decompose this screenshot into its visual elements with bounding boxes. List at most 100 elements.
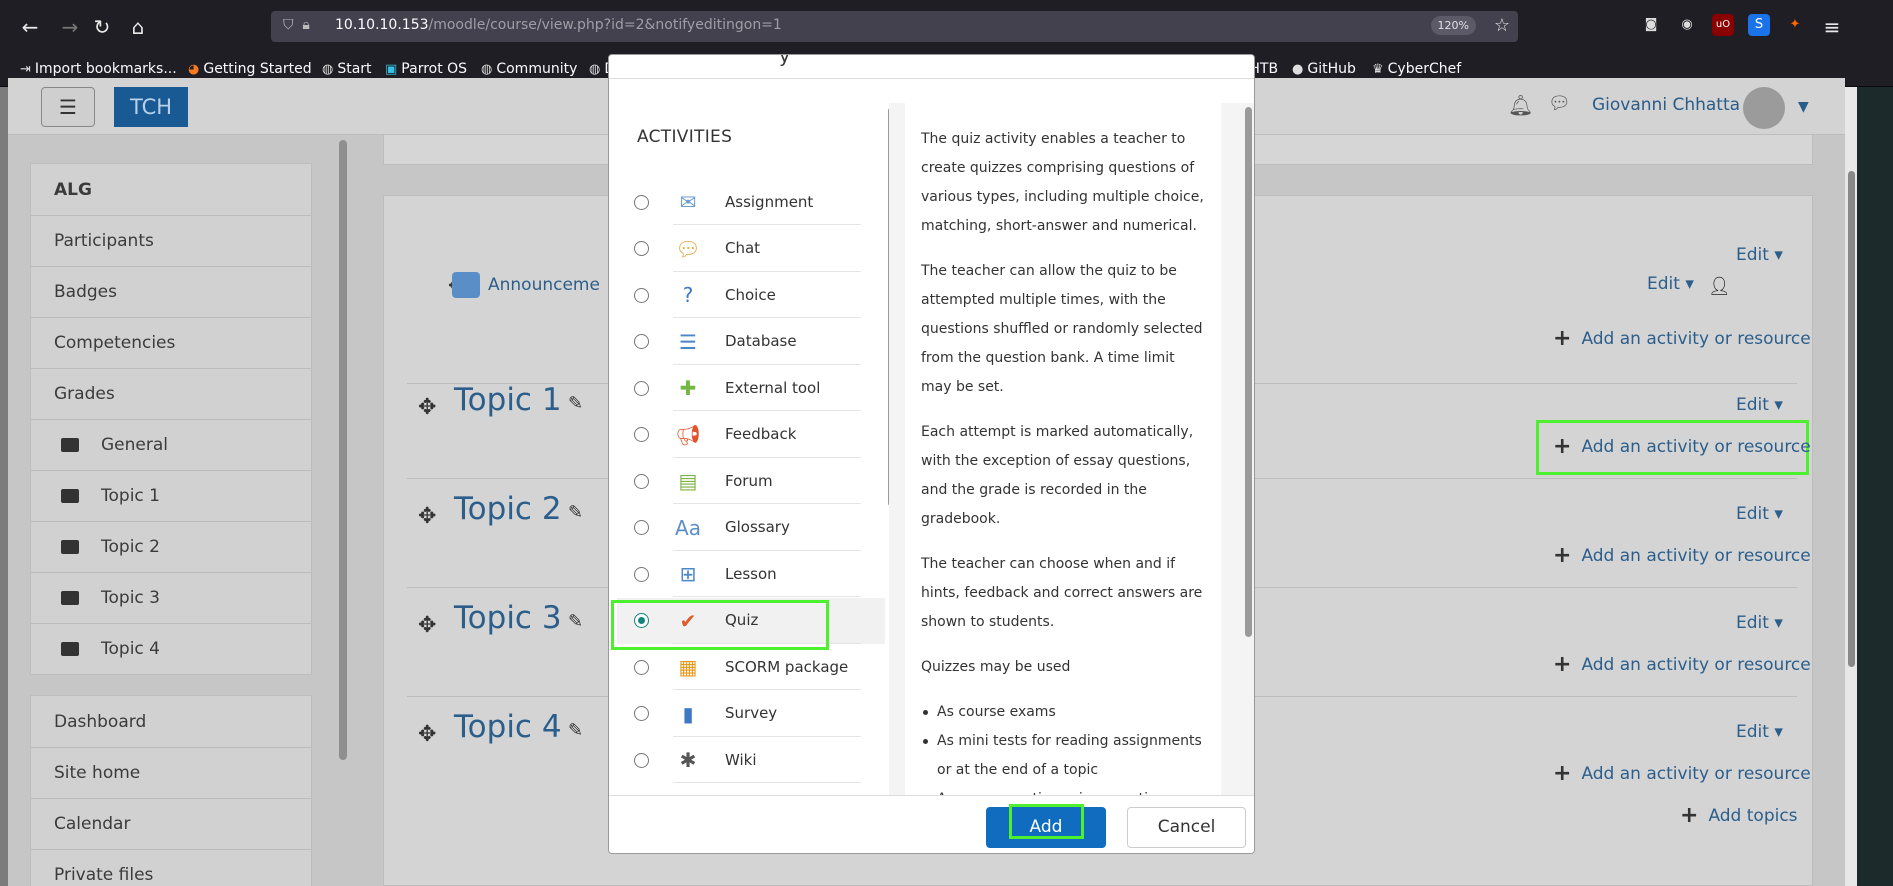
url-text[interactable]: 10.10.10.153/moodle/course/view.php?id=2… [335, 17, 782, 33]
back-icon[interactable]: ← [18, 15, 42, 39]
drawer-section-topic-2[interactable]: Topic 2 [31, 521, 311, 572]
move-icon[interactable]: ✥ [418, 722, 436, 747]
drawer-item-competencies[interactable]: Competencies [31, 317, 311, 368]
activity-option-lesson[interactable]: ⊞ Lesson [617, 551, 885, 597]
menu-icon[interactable]: ≡ [1820, 15, 1844, 39]
topic-2-title[interactable]: Topic 2 [454, 491, 562, 527]
activity-option-scorm-package[interactable]: ▦ SCORM package [617, 644, 885, 690]
drawer-scrollbar[interactable] [339, 140, 347, 760]
bookmark-item[interactable]: ⇥ Import bookmarks... [20, 61, 177, 77]
radio-button[interactable] [634, 566, 649, 582]
edit-pencil-icon[interactable]: ✎ [568, 720, 583, 741]
extension-icon[interactable]: ◉ [1676, 14, 1698, 36]
drawer-item-grades[interactable]: Grades [31, 368, 311, 419]
drawer-item-dashboard[interactable]: Dashboard [31, 696, 311, 747]
drawer-item-site-home[interactable]: Site home [31, 747, 311, 798]
move-icon[interactable]: ✥ [418, 395, 436, 420]
edit-menu-topic-1[interactable]: Edit ▾ [1736, 395, 1783, 415]
message-icon[interactable]: 💬︎ [1548, 93, 1571, 114]
avatar[interactable] [1743, 87, 1785, 129]
radio-button[interactable] [634, 380, 649, 396]
activity-option-feedback[interactable]: 📢︎ Feedback [617, 412, 885, 458]
user-role-icon[interactable]: 👤︎ [1708, 276, 1731, 297]
drawer-item-calendar[interactable]: Calendar [31, 798, 311, 849]
move-icon[interactable]: ✥ [418, 613, 436, 638]
activity-option-wiki[interactable]: ✱ Wiki [617, 737, 885, 783]
activity-option-external-tool[interactable]: ✚ External tool [617, 365, 885, 411]
drawer-item-private-files[interactable]: Private files [31, 849, 311, 886]
add-activity-topic-2[interactable]: + Add an activity or resource [1553, 543, 1811, 568]
edit-menu-general[interactable]: Edit ▾ [1736, 245, 1783, 265]
url-bar[interactable]: ⛉ 🔒︎ 10.10.10.153/moodle/course/view.php… [271, 11, 1518, 42]
activity-option-glossary[interactable]: Aa Glossary [617, 505, 885, 551]
drawer-section-topic-3[interactable]: Topic 3 [31, 572, 311, 623]
activity-option-chat[interactable]: 💬︎ Chat [617, 226, 885, 272]
move-icon[interactable]: ✥ [418, 504, 436, 529]
radio-button[interactable] [634, 334, 649, 349]
drawer-section-topic-4[interactable]: Topic 4 [31, 623, 311, 674]
edit-pencil-icon[interactable]: ✎ [568, 611, 583, 632]
add-activity-topic-1[interactable]: + Add an activity or resource [1553, 434, 1811, 459]
foxyproxy-icon[interactable]: ✦ [1784, 14, 1806, 36]
desc-list-item: As exam practice using questions from [935, 785, 1205, 795]
drawer-section-topic-1[interactable]: Topic 1 [31, 470, 311, 521]
edit-menu-topic-3[interactable]: Edit ▾ [1736, 613, 1783, 633]
add-activity-topic-3[interactable]: + Add an activity or resource [1553, 652, 1811, 677]
ublock-icon[interactable]: uO [1712, 14, 1734, 36]
pocket-icon[interactable]: ◙ [1640, 14, 1662, 36]
activity-option-forum[interactable]: ▤ Forum [617, 458, 885, 504]
radio-button[interactable] [634, 241, 649, 256]
radio-button[interactable] [634, 427, 649, 442]
edit-menu-announcements[interactable]: Edit ▾ [1647, 274, 1694, 294]
home-icon[interactable]: ⌂ [126, 15, 150, 39]
activity-option-assignment[interactable]: ✉ Assignment [617, 179, 885, 225]
site-brand[interactable]: TCH [114, 87, 188, 127]
bookmark-item[interactable]: ◍ Start [322, 61, 372, 77]
chevron-down-icon[interactable]: ▼ [1798, 99, 1809, 115]
radio-button[interactable] [634, 752, 649, 768]
announcements-link[interactable]: Announceme [452, 272, 600, 298]
desc-paragraph: Quizzes may be used [921, 659, 1071, 675]
bookmark-item[interactable]: ♛ CyberChef [1372, 61, 1461, 77]
edit-menu-topic-4[interactable]: Edit ▾ [1736, 722, 1783, 742]
radio-button[interactable] [634, 194, 649, 210]
edit-label: Edit [1736, 722, 1769, 742]
add-topics-link[interactable]: + Add topics [1680, 803, 1798, 828]
bell-icon[interactable]: 🔔︎ [1508, 93, 1533, 117]
radio-button[interactable] [634, 473, 649, 489]
drawer-item-participants[interactable]: Participants [31, 215, 311, 266]
bookmark-item[interactable]: ◕ Getting Started [188, 61, 312, 77]
topic-3-title[interactable]: Topic 3 [454, 600, 562, 636]
user-name[interactable]: Giovanni Chhatta [1592, 95, 1740, 115]
bookmark-star-icon[interactable]: ☆ [1494, 15, 1510, 36]
page-scrollbar-thumb[interactable] [1848, 171, 1855, 667]
topic-1-title[interactable]: Topic 1 [454, 382, 562, 418]
bookmark-item[interactable]: ▣ Parrot OS [385, 61, 467, 77]
edit-pencil-icon[interactable]: ✎ [568, 393, 583, 414]
site-security-icon[interactable]: ⛉ 🔒︎ [283, 17, 310, 33]
edit-pencil-icon[interactable]: ✎ [568, 502, 583, 523]
radio-button[interactable] [634, 706, 649, 721]
edit-menu-topic-2[interactable]: Edit ▾ [1736, 504, 1783, 524]
drawer-section-general[interactable]: General [31, 419, 311, 470]
radio-button[interactable] [634, 287, 649, 303]
radio-button[interactable] [634, 659, 649, 675]
topic-4-title[interactable]: Topic 4 [454, 709, 562, 745]
cancel-button[interactable]: Cancel [1127, 807, 1246, 848]
zoom-level[interactable]: 120% [1430, 16, 1476, 35]
activity-option-database[interactable]: ☰ Database [617, 319, 885, 365]
activity-option-choice[interactable]: ? Choice [617, 272, 885, 318]
reload-icon[interactable]: ↻ [90, 15, 114, 39]
bookmark-item[interactable]: ◍ Community [481, 61, 577, 77]
drawer-toggle-button[interactable]: ☰ [41, 87, 95, 127]
bookmark-item[interactable]: ● GitHub [1292, 61, 1356, 77]
drawer-course[interactable]: ALG [31, 164, 311, 215]
add-activity-topic-4[interactable]: + Add an activity or resource [1553, 761, 1811, 786]
sso-extension-icon[interactable]: S [1748, 14, 1770, 36]
description-scrollbar[interactable] [1245, 107, 1252, 637]
radio-button[interactable] [634, 520, 649, 535]
add-activity-general[interactable]: + Add an activity or resource [1553, 326, 1811, 351]
drawer-item-badges[interactable]: Badges [31, 266, 311, 317]
forward-icon[interactable]: → [58, 15, 82, 39]
activity-option-survey[interactable]: ▮ Survey [617, 691, 885, 737]
